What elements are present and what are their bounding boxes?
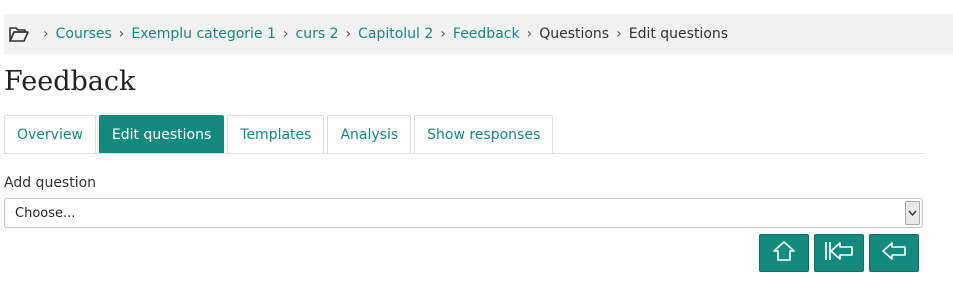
breadcrumb-item-questions: Questions [539, 26, 610, 42]
breadcrumb-link-chapter[interactable]: Capitolul 2 [358, 26, 433, 42]
chevron-down-icon[interactable] [905, 201, 920, 225]
select-value: Choose... [15, 205, 76, 221]
add-question-label: Add question [4, 175, 97, 191]
folder-open-icon[interactable] [8, 24, 30, 44]
chevron-right-icon: › [43, 26, 49, 42]
home-button[interactable] [759, 234, 809, 272]
first-page-button[interactable] [814, 234, 864, 272]
chevron-right-icon: › [345, 26, 352, 42]
navigation-buttons [759, 234, 924, 272]
chevron-right-icon: › [118, 26, 125, 42]
chevron-right-icon: › [526, 26, 533, 42]
tab-edit-questions[interactable]: Edit questions [98, 115, 225, 153]
chevron-right-icon: › [616, 26, 622, 42]
breadcrumb-link-feedback[interactable]: Feedback [453, 26, 520, 42]
back-button[interactable] [869, 234, 919, 272]
first-page-icon [823, 239, 855, 267]
chevron-right-icon: › [282, 26, 289, 42]
back-arrow-icon [880, 239, 908, 267]
tab-show-responses[interactable]: Show responses [414, 115, 554, 153]
add-question-select[interactable]: Choose... [4, 198, 923, 228]
home-icon [771, 239, 797, 267]
breadcrumb: › Courses › Exemplu categorie 1 › curs 2… [4, 14, 953, 54]
breadcrumb-link-course[interactable]: curs 2 [296, 26, 339, 42]
breadcrumb-link-category[interactable]: Exemplu categorie 1 [131, 26, 276, 42]
tab-bar: Overview Edit questions Templates Analys… [4, 115, 924, 154]
chevron-right-icon: › [440, 26, 446, 42]
tab-overview[interactable]: Overview [4, 115, 96, 153]
tab-analysis[interactable]: Analysis [327, 115, 412, 153]
breadcrumb-item-current: Edit questions [628, 26, 729, 42]
breadcrumb-link-courses[interactable]: Courses [56, 26, 112, 42]
tab-templates[interactable]: Templates [227, 115, 325, 153]
page-title: Feedback [4, 66, 136, 97]
